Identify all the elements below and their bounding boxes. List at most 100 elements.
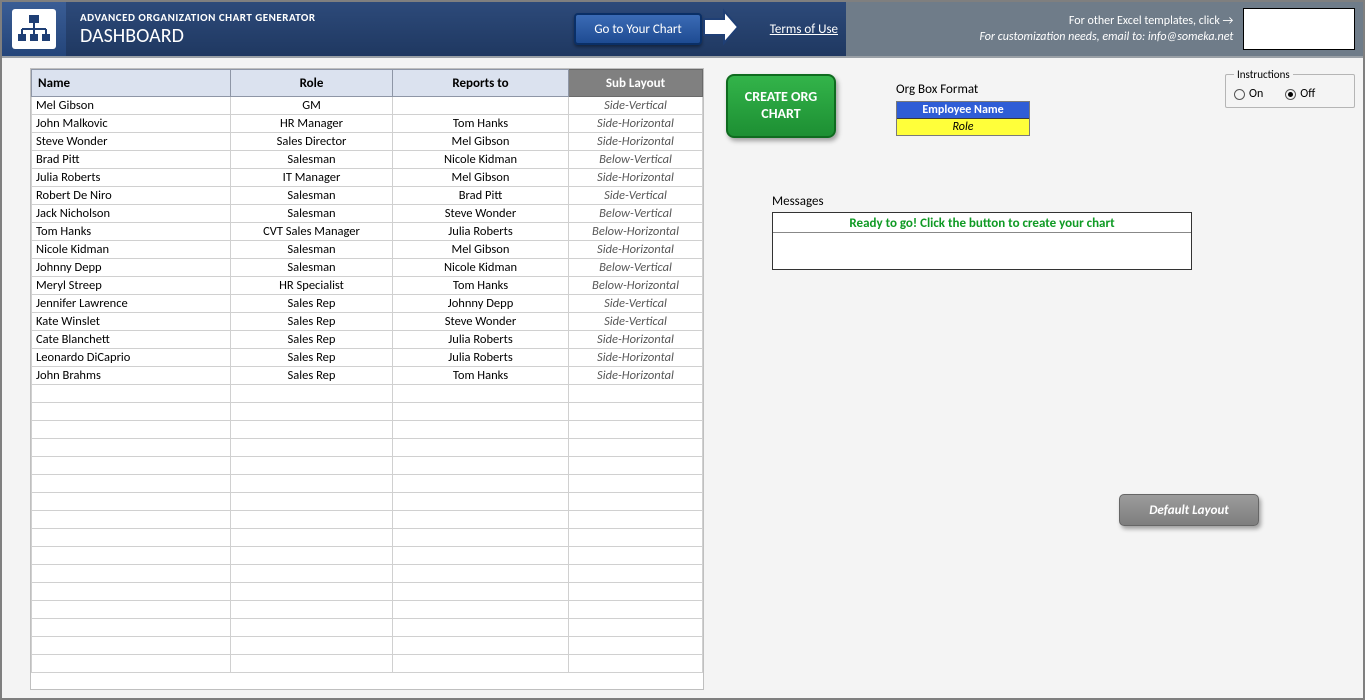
table-row-empty[interactable] (31, 457, 703, 475)
cell-role[interactable]: Salesman (231, 259, 393, 277)
cell-layout[interactable]: Side-Horizontal (569, 115, 703, 133)
table-row-empty[interactable] (31, 637, 703, 655)
cell-empty[interactable] (31, 457, 231, 475)
cell-reports[interactable]: Brad Pitt (393, 187, 569, 205)
cell-name[interactable]: Cate Blanchett (31, 331, 231, 349)
cell-name[interactable]: Jack Nicholson (31, 205, 231, 223)
cell-empty[interactable] (231, 457, 393, 475)
cell-role[interactable]: Sales Director (231, 133, 393, 151)
cell-empty[interactable] (231, 511, 393, 529)
table-row[interactable]: Jack NicholsonSalesmanSteve WonderBelow-… (31, 205, 703, 223)
cell-empty[interactable] (569, 583, 703, 601)
cell-empty[interactable] (393, 421, 569, 439)
cell-empty[interactable] (231, 565, 393, 583)
cell-reports[interactable]: Steve Wonder (393, 313, 569, 331)
cell-reports[interactable]: Mel Gibson (393, 169, 569, 187)
cell-layout[interactable]: Below-Vertical (569, 259, 703, 277)
cell-empty[interactable] (393, 457, 569, 475)
cell-empty[interactable] (569, 511, 703, 529)
cell-empty[interactable] (393, 493, 569, 511)
cell-empty[interactable] (31, 421, 231, 439)
cell-empty[interactable] (231, 583, 393, 601)
cell-role[interactable]: Sales Rep (231, 313, 393, 331)
table-row[interactable]: John MalkovicHR ManagerTom HanksSide-Hor… (31, 115, 703, 133)
cell-role[interactable]: Salesman (231, 205, 393, 223)
cell-role[interactable]: HR Specialist (231, 277, 393, 295)
cell-name[interactable]: John Malkovic (31, 115, 231, 133)
table-row[interactable]: Robert De NiroSalesmanBrad PittSide-Vert… (31, 187, 703, 205)
cell-empty[interactable] (393, 547, 569, 565)
cell-layout[interactable]: Side-Horizontal (569, 331, 703, 349)
cell-empty[interactable] (31, 385, 231, 403)
table-row-empty[interactable] (31, 529, 703, 547)
cell-name[interactable]: Leonardo DiCaprio (31, 349, 231, 367)
table-row[interactable]: Johnny DeppSalesmanNicole KidmanBelow-Ve… (31, 259, 703, 277)
cell-role[interactable]: Sales Rep (231, 367, 393, 385)
cell-empty[interactable] (569, 457, 703, 475)
table-row-empty[interactable] (31, 493, 703, 511)
cell-empty[interactable] (569, 439, 703, 457)
cell-reports[interactable]: Julia Roberts (393, 331, 569, 349)
cell-empty[interactable] (231, 637, 393, 655)
cell-empty[interactable] (31, 655, 231, 673)
default-layout-button[interactable]: Default Layout (1119, 494, 1259, 526)
cell-name[interactable]: Johnny Depp (31, 259, 231, 277)
cell-layout[interactable]: Below-Horizontal (569, 277, 703, 295)
cell-empty[interactable] (393, 601, 569, 619)
cell-empty[interactable] (231, 655, 393, 673)
cell-name[interactable]: Robert De Niro (31, 187, 231, 205)
cell-layout[interactable]: Side-Vertical (569, 295, 703, 313)
table-row-empty[interactable] (31, 601, 703, 619)
cell-reports[interactable]: Johnny Depp (393, 295, 569, 313)
cell-name[interactable]: Nicole Kidman (31, 241, 231, 259)
table-row-empty[interactable] (31, 403, 703, 421)
table-row[interactable]: Leonardo DiCaprioSales RepJulia RobertsS… (31, 349, 703, 367)
cell-role[interactable]: Sales Rep (231, 331, 393, 349)
cell-empty[interactable] (569, 421, 703, 439)
cell-empty[interactable] (31, 403, 231, 421)
cell-empty[interactable] (569, 637, 703, 655)
cell-empty[interactable] (31, 439, 231, 457)
cell-empty[interactable] (231, 547, 393, 565)
table-row-empty[interactable] (31, 475, 703, 493)
cell-reports[interactable]: Nicole Kidman (393, 259, 569, 277)
cell-empty[interactable] (31, 637, 231, 655)
cell-name[interactable]: Mel Gibson (31, 97, 231, 115)
cell-empty[interactable] (31, 511, 231, 529)
table-row-empty[interactable] (31, 547, 703, 565)
cell-name[interactable]: John Brahms (31, 367, 231, 385)
cell-reports[interactable]: Mel Gibson (393, 241, 569, 259)
table-row-empty[interactable] (31, 439, 703, 457)
cell-empty[interactable] (393, 655, 569, 673)
cell-role[interactable]: Salesman (231, 187, 393, 205)
cell-name[interactable]: Jennifer Lawrence (31, 295, 231, 313)
cell-empty[interactable] (31, 547, 231, 565)
cell-reports[interactable]: Mel Gibson (393, 133, 569, 151)
cell-name[interactable]: Steve Wonder (31, 133, 231, 151)
cell-layout[interactable]: Side-Horizontal (569, 367, 703, 385)
table-row[interactable]: Tom HanksCVT Sales ManagerJulia RobertsB… (31, 223, 703, 241)
create-org-chart-button[interactable]: CREATE ORG CHART (726, 74, 836, 138)
cell-empty[interactable] (393, 619, 569, 637)
cell-empty[interactable] (569, 403, 703, 421)
cell-empty[interactable] (569, 385, 703, 403)
cell-empty[interactable] (569, 601, 703, 619)
cell-empty[interactable] (569, 619, 703, 637)
cell-empty[interactable] (393, 385, 569, 403)
cell-empty[interactable] (393, 565, 569, 583)
cell-reports[interactable]: Julia Roberts (393, 349, 569, 367)
cell-empty[interactable] (231, 619, 393, 637)
cell-empty[interactable] (569, 475, 703, 493)
terms-link[interactable]: Terms of Use (770, 22, 838, 37)
cell-layout[interactable]: Side-Vertical (569, 187, 703, 205)
cell-empty[interactable] (393, 403, 569, 421)
cell-name[interactable]: Meryl Streep (31, 277, 231, 295)
cell-empty[interactable] (231, 439, 393, 457)
cell-layout[interactable]: Side-Horizontal (569, 133, 703, 151)
cell-role[interactable]: CVT Sales Manager (231, 223, 393, 241)
cell-name[interactable]: Julia Roberts (31, 169, 231, 187)
cell-name[interactable]: Tom Hanks (31, 223, 231, 241)
table-row-empty[interactable] (31, 583, 703, 601)
cell-empty[interactable] (393, 583, 569, 601)
table-row[interactable]: John BrahmsSales RepTom HanksSide-Horizo… (31, 367, 703, 385)
